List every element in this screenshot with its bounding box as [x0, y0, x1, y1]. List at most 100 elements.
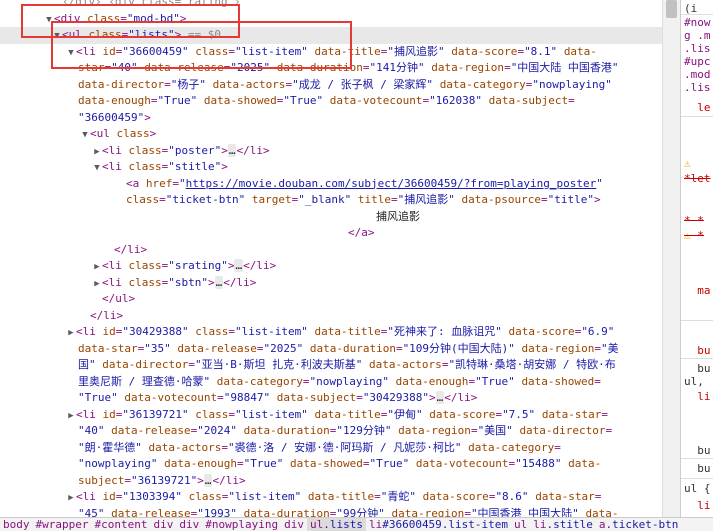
dom-tree-line[interactable]: subject="36139721">…</li>: [0, 473, 662, 490]
style-rule-text: .lis: [684, 42, 711, 55]
style-rule-text: bu: [684, 444, 711, 457]
elements-panel[interactable]: ‹/div› ‹div class="rating"› ▼ <div class="…: [0, 0, 662, 517]
collapsed-arrow-icon[interactable]: ▶: [92, 259, 102, 275]
dom-tree-line[interactable]: "36600459">: [0, 110, 662, 127]
dom-tree-line[interactable]: ▼ <ul class>: [0, 126, 662, 143]
dom-tree-line[interactable]: "45" data-release="1993" data-duration="…: [0, 506, 662, 518]
dom-tree-line[interactable]: ▶ <li class="sbtn">…</li>: [0, 275, 662, 292]
dom-node-markup: <li id="1303394" class="list-item" data-…: [76, 490, 602, 503]
breadcrumb-item[interactable]: #nowplaying: [202, 518, 281, 531]
style-rule-text: #upc: [684, 55, 711, 68]
dom-tree-line[interactable]: "朗·霍华德" data-actors="裘德·洛 / 安娜·德·阿玛斯 / 凡…: [0, 440, 662, 457]
dom-node-markup: "True" data-votecount="98847" data-subje…: [78, 391, 478, 404]
style-rule-text: bu: [684, 344, 711, 357]
dom-node-markup: <a href="https://movie.douban.com/subjec…: [126, 176, 603, 190]
expanded-arrow-icon[interactable]: ▼: [80, 127, 90, 143]
dom-tree-line[interactable]: "True" data-votecount="98847" data-subje…: [0, 390, 662, 407]
dom-tree-line[interactable]: 国" data-director="亚当·B·斯坦 扎克·利波夫斯基" data…: [0, 357, 662, 374]
dom-tree-line[interactable]: </li>: [0, 308, 662, 325]
dom-node-markup: <li id="36139721" class="list-item" data…: [76, 407, 609, 421]
style-rule-text: bu: [684, 362, 711, 375]
dom-tree-line[interactable]: 捕风追影: [0, 209, 662, 226]
dom-tree-line[interactable]: "nowplaying" data-enough="True" data-sho…: [0, 456, 662, 473]
dom-node-markup: 国" data-director="亚当·B·斯坦 扎克·利波夫斯基" data…: [78, 358, 616, 371]
breadcrumb-item[interactable]: ul.lists: [306, 518, 366, 531]
dom-tree-line[interactable]: ▶ <li class="poster">…</li>: [0, 143, 662, 160]
dom-tree-line[interactable]: </li>: [0, 242, 662, 259]
dom-tree-line[interactable]: data-enough="True" data-showed="True" da…: [0, 93, 662, 110]
dom-node-markup: </li>: [90, 308, 124, 322]
dom-node-markup: <ul class="lists"> == $0: [62, 28, 221, 41]
dom-node-markup: <li id="30429388" class="list-item" data…: [76, 325, 615, 338]
dom-tree-line[interactable]: "40" data-release="2024" data-duration="…: [0, 423, 662, 440]
breadcrumb-item[interactable]: div: [281, 518, 307, 531]
styles-panel[interactable]: (i #now g .m .lis #upc .mod .lis le ⚠ *let * * ⚠ *…: [680, 0, 713, 517]
dom-node-markup: "40" data-release="2024" data-duration="…: [78, 424, 613, 437]
dom-node-markup: <li class="poster">…</li>: [102, 143, 270, 157]
dom-tree-line[interactable]: ‹/div› ‹div class="rating"›: [0, 0, 662, 11]
dom-tree-line[interactable]: <a href="https://movie.douban.com/subjec…: [0, 176, 662, 193]
scrollbar-thumb[interactable]: [666, 0, 677, 18]
style-rule-text: *: [684, 229, 704, 242]
collapsed-arrow-icon[interactable]: ▶: [66, 325, 76, 341]
dom-tree-line[interactable]: ▼ <li class="stitle">: [0, 159, 662, 176]
dom-node-markup: <div class="mod-bd">: [54, 11, 187, 25]
dom-tree-line[interactable]: ▼ <li id="36600459" class="list-item" dat…: [0, 44, 662, 61]
dom-tree-line[interactable]: </ul>: [0, 291, 662, 308]
dom-node-markup: </a>: [348, 226, 375, 239]
dom-node-markup: data-director="杨子" data-actors="成龙 / 张子枫…: [78, 77, 612, 91]
dom-node-markup: 捕风追影: [376, 209, 420, 223]
elements-scrollbar[interactable]: [662, 0, 680, 517]
expanded-arrow-icon[interactable]: ▼: [92, 160, 102, 176]
style-divider: [681, 458, 713, 459]
dom-tree-line[interactable]: data-director="杨子" data-actors="成龙 / 张子枫…: [0, 77, 662, 94]
collapsed-arrow-icon[interactable]: ▶: [92, 144, 102, 160]
expanded-arrow-icon[interactable]: ▼: [52, 28, 62, 44]
breadcrumb-item[interactable]: #wrapper: [33, 518, 92, 531]
style-rule-text: li: [684, 499, 711, 512]
dom-node-markup: star="40" data-release="2025" data-durat…: [78, 61, 619, 74]
dom-tree-line[interactable]: ▶ <li class="srating">…</li>: [0, 258, 662, 275]
style-rule-text: .lis: [684, 81, 711, 94]
dom-tree-line[interactable]: ▶ <li id="1303394" class="list-item" data…: [0, 489, 662, 506]
dom-node-markup: </li>: [114, 242, 148, 256]
style-rule-text: g .m: [684, 29, 711, 42]
collapsed-arrow-icon[interactable]: ▶: [92, 276, 102, 292]
dom-node-markup: <li id="36600459" class="list-item" data…: [76, 44, 597, 58]
expanded-arrow-icon[interactable]: ▼: [44, 12, 54, 28]
breadcrumb-item[interactable]: li#36600459.list-item: [366, 518, 511, 531]
dom-node-markup: "36600459">: [78, 110, 151, 124]
style-rule-text: li: [684, 390, 711, 403]
dom-node-markup: <ul class>: [90, 127, 157, 140]
collapsed-arrow-icon[interactable]: ▶: [66, 490, 76, 506]
expanded-arrow-icon[interactable]: ▼: [66, 45, 76, 61]
dom-node-markup: 里奥尼斯 / 理查德·哈蒙" data-category="nowplaying…: [78, 374, 601, 388]
style-rule-text: .mod: [684, 68, 711, 81]
dom-tree-line[interactable]: star="40" data-release="2025" data-durat…: [0, 60, 662, 77]
style-divider: [681, 320, 713, 321]
breadcrumb-item[interactable]: a.ticket-btn: [596, 518, 681, 531]
style-rule-text: ma: [684, 284, 711, 297]
breadcrumb-item[interactable]: body: [0, 518, 33, 531]
style-rule-text: #now: [684, 16, 711, 29]
dom-tree-line[interactable]: 里奥尼斯 / 理查德·哈蒙" data-category="nowplaying…: [0, 374, 662, 391]
breadcrumb-item[interactable]: div: [176, 518, 202, 531]
dom-tree-line[interactable]: ▶ <li id="30429388" class="list-item" dat…: [0, 324, 662, 341]
dom-tree-line[interactable]: ▼ <div class="mod-bd">: [0, 11, 662, 28]
dom-tree-line[interactable]: </a>: [0, 225, 662, 242]
dom-node-markup: data-enough="True" data-showed="True" da…: [78, 94, 575, 107]
style-rule-text: *let: [684, 172, 711, 185]
dom-tree-line[interactable]: class="ticket-btn" target="_blank" title…: [0, 192, 662, 209]
dom-tree-line[interactable]: ▶ <li id="36139721" class="list-item" dat…: [0, 407, 662, 424]
dom-node-markup: class="ticket-btn" target="_blank" title…: [126, 193, 601, 206]
dom-breadcrumb: body #wrapper #content div div #nowplaying div…: [0, 517, 713, 531]
breadcrumb-item[interactable]: li.stitle: [530, 518, 596, 531]
dom-tree-line[interactable]: ▼ <ul class="lists"> == $0: [0, 27, 662, 44]
breadcrumb-item[interactable]: div: [150, 518, 176, 531]
breadcrumb-item[interactable]: #content: [91, 518, 150, 531]
breadcrumb-item[interactable]: ul: [511, 518, 530, 531]
dom-tree-line[interactable]: data-star="35" data-release="2025" data-…: [0, 341, 662, 358]
collapsed-arrow-icon[interactable]: ▶: [66, 408, 76, 424]
dom-node-markup: <li class="stitle">: [102, 160, 228, 173]
style-rule-text: ul {: [684, 482, 711, 495]
